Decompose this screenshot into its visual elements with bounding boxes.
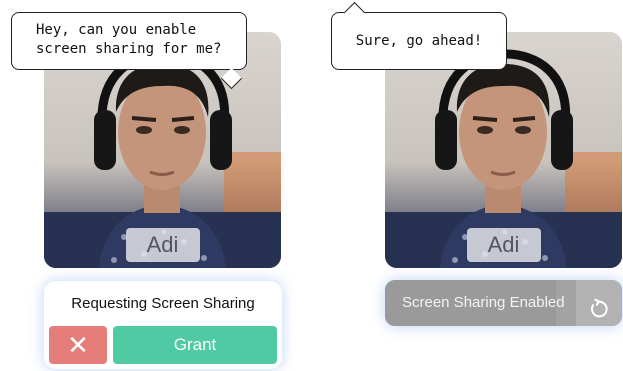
reset-button[interactable] — [576, 280, 622, 326]
screen-share-request-card: Requesting Screen Sharing ✕ Grant — [44, 281, 282, 369]
speech-bubble-line: Hey, can you enable — [36, 22, 197, 38]
participant-name-tag: Adi — [466, 228, 541, 262]
reset-icon — [590, 298, 608, 317]
grant-button[interactable]: Grant — [113, 326, 277, 364]
deny-button[interactable]: ✕ — [49, 326, 107, 364]
screen-sharing-status-bar: Screen Sharing Enabled — [385, 280, 622, 326]
participant-name-tag: Adi — [125, 228, 200, 262]
speech-bubble-line: screen sharing for me? — [36, 41, 222, 57]
request-title: Requesting Screen Sharing — [71, 295, 255, 312]
close-icon: ✕ — [67, 330, 89, 360]
speech-bubble-tail — [343, 1, 366, 24]
speech-bubble-reply: Sure, go ahead! — [331, 1, 507, 70]
speech-bubble-text: Sure, go ahead! — [355, 33, 483, 49]
status-label: Screen Sharing Enabled — [402, 294, 565, 311]
speech-bubble-request: Hey, can you enable screen sharing for m… — [11, 12, 247, 90]
